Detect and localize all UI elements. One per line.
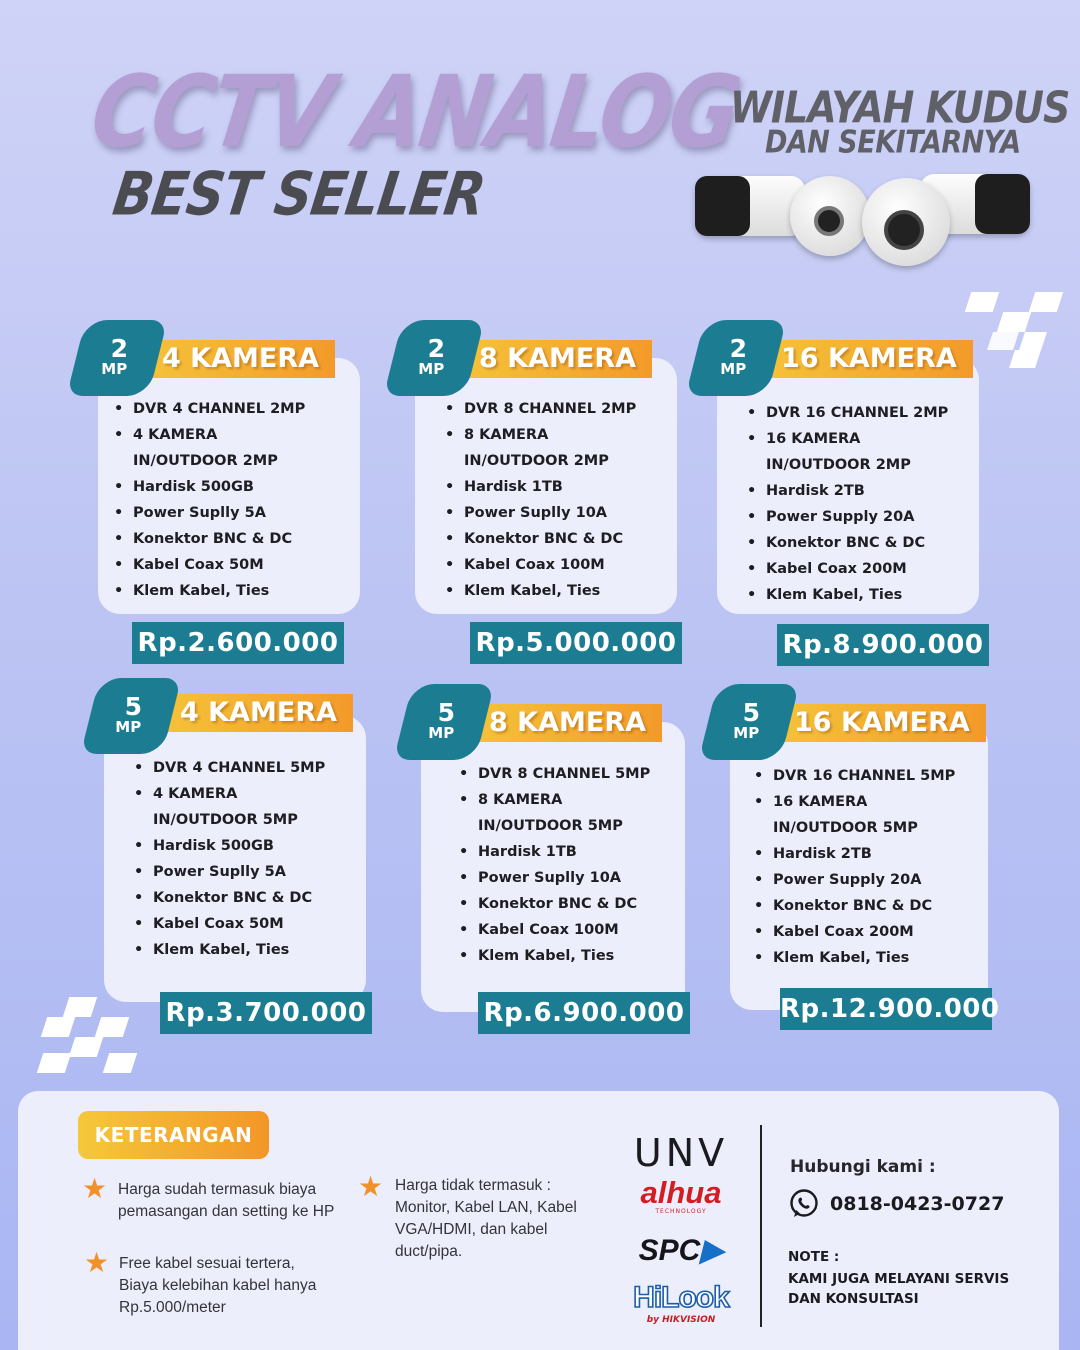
list-item: Klem Kabel, Ties [114, 578, 364, 604]
list-item: Power Suplly 5A [134, 859, 384, 885]
note-title: NOTE : [788, 1249, 840, 1265]
package-title: 4 KAMERA [138, 340, 336, 378]
package-title: 16 KAMERA [757, 340, 973, 378]
list-item: DVR 4 CHANNEL 2MP [114, 396, 364, 422]
package-title: 8 KAMERA [465, 704, 663, 742]
list-item: DVR 16 CHANNEL 2MP [747, 400, 997, 426]
list-item: Hardisk 500GB [114, 474, 364, 500]
package-price: Rp.3.700.000 [160, 992, 372, 1034]
list-item: Kabel Coax 200M [754, 919, 1004, 945]
hilook-logo-sub: by HIKVISION [646, 1315, 716, 1325]
list-item: DVR 4 CHANNEL 5MP [134, 755, 384, 781]
list-item: 8 KAMERA [445, 422, 695, 448]
list-item: Kabel Coax 100M [445, 552, 695, 578]
list-item: Kabel Coax 50M [134, 911, 384, 937]
checker-decoration-bottom [36, 995, 146, 1075]
unv-logo: UNV [633, 1131, 729, 1175]
list-item: Klem Kabel, Ties [754, 945, 1004, 971]
list-item: DVR 8 CHANNEL 2MP [445, 396, 695, 422]
list-item: Power Supply 20A [754, 867, 1004, 893]
star-icon: ★ [82, 1172, 108, 1205]
list-item: 4 KAMERA [114, 422, 364, 448]
list-item: DVR 16 CHANNEL 5MP [754, 763, 1004, 789]
package-price: Rp.12.900.000 [780, 988, 999, 1030]
package-price: Rp.6.900.000 [478, 992, 690, 1034]
package-5mp-16-kamera: 16 KAMERA 5MP DVR 16 CHANNEL 5MP 16 KAME… [698, 684, 1008, 1030]
package-items: DVR 8 CHANNEL 5MP 8 KAMERA IN/OUTDOOR 5M… [459, 761, 709, 969]
list-item: 16 KAMERA [747, 426, 997, 452]
contact-title: Hubungi kami : [790, 1157, 936, 1177]
list-item: Kabel Coax 200M [747, 556, 997, 582]
list-item: Kabel Coax 100M [459, 917, 709, 943]
list-item: Power Suplly 10A [459, 865, 709, 891]
phone-number[interactable]: 0818-0423-0727 [830, 1193, 1004, 1215]
list-item: Konektor BNC & DC [754, 893, 1004, 919]
list-item: Hardisk 1TB [459, 839, 709, 865]
list-item: Hardisk 500GB [134, 833, 384, 859]
list-item: Power Supply 20A [747, 504, 997, 530]
package-title: 8 KAMERA [455, 340, 653, 378]
note-excluded: Harga tidak termasuk : Monitor, Kabel LA… [395, 1177, 577, 1260]
list-item: Konektor BNC & DC [459, 891, 709, 917]
page-subtitle: BEST SELLER [108, 160, 489, 230]
list-item: Power Suplly 5A [114, 500, 364, 526]
list-item: 16 KAMERA [754, 789, 1004, 815]
package-5mp-4-kamera: 4 KAMERA 5MP DVR 4 CHANNEL 5MP 4 KAMERA … [80, 678, 390, 1034]
package-items: DVR 8 CHANNEL 2MP 8 KAMERA IN/OUTDOOR 2M… [445, 396, 695, 604]
package-items: DVR 16 CHANNEL 5MP 16 KAMERA IN/OUTDOOR … [754, 763, 1004, 971]
note-free-cable: Free kabel sesuai tertera, Biaya kelebih… [119, 1255, 317, 1316]
page-title: CCTV ANALOG [84, 53, 746, 170]
package-price: Rp.5.000.000 [470, 622, 682, 664]
list-item: Konektor BNC & DC [747, 530, 997, 556]
package-2mp-8-kamera: 8 KAMERA 2MP DVR 8 CHANNEL 2MP 8 KAMERA … [383, 320, 695, 664]
list-item: Hardisk 1TB [445, 474, 695, 500]
list-item: IN/OUTDOOR 2MP [133, 453, 278, 469]
package-items: DVR 4 CHANNEL 5MP 4 KAMERA IN/OUTDOOR 5M… [134, 755, 384, 963]
list-item: Klem Kabel, Ties [747, 582, 997, 608]
star-icon: ★ [358, 1170, 384, 1203]
dahua-logo-sub: TECHNOLOGY [655, 1208, 707, 1215]
whatsapp-icon[interactable] [788, 1188, 820, 1220]
list-item: Hardisk 2TB [754, 841, 1004, 867]
note-included: Harga sudah termasuk biaya pemasangan da… [118, 1181, 335, 1220]
package-2mp-4-kamera: 4 KAMERA 2MP DVR 4 CHANNEL 2MP 4 KAMERA … [66, 320, 376, 664]
list-item: DVR 8 CHANNEL 5MP [459, 761, 709, 787]
list-item: IN/OUTDOOR 5MP [773, 820, 918, 836]
package-title: 4 KAMERA [156, 694, 354, 732]
list-item: Klem Kabel, Ties [459, 943, 709, 969]
list-item: Klem Kabel, Ties [134, 937, 384, 963]
cctv-camera-icon [690, 168, 1035, 268]
list-item: Power Suplly 10A [445, 500, 695, 526]
list-item: IN/OUTDOOR 5MP [153, 812, 298, 828]
package-price: Rp.8.900.000 [777, 624, 989, 666]
package-items: DVR 4 CHANNEL 2MP 4 KAMERA IN/OUTDOOR 2M… [114, 396, 364, 604]
list-item: 4 KAMERA [134, 781, 384, 807]
package-price: Rp.2.600.000 [132, 622, 344, 664]
hilook-logo: HiLook [632, 1280, 730, 1315]
package-5mp-8-kamera: 8 KAMERA 5MP DVR 8 CHANNEL 5MP 8 KAMERA … [393, 684, 703, 1034]
list-item: Konektor BNC & DC [445, 526, 695, 552]
note-body: KAMI JUGA MELAYANI SERVIS DAN KONSULTASI [788, 1271, 1010, 1307]
list-item: Konektor BNC & DC [114, 526, 364, 552]
star-icon: ★ [84, 1246, 110, 1279]
list-item: 8 KAMERA [459, 787, 709, 813]
package-title: 16 KAMERA [770, 704, 986, 742]
list-item: Kabel Coax 50M [114, 552, 364, 578]
list-item: Konektor BNC & DC [134, 885, 384, 911]
package-items: DVR 16 CHANNEL 2MP 16 KAMERA IN/OUTDOOR … [747, 400, 997, 608]
list-item: IN/OUTDOOR 2MP [766, 457, 911, 473]
list-item: IN/OUTDOOR 5MP [478, 818, 623, 834]
list-item: IN/OUTDOOR 2MP [464, 453, 609, 469]
package-2mp-16-kamera: 16 KAMERA 2MP DVR 16 CHANNEL 2MP 16 KAME… [685, 320, 997, 666]
dahua-logo: alhua [640, 1175, 722, 1210]
spc-logo: SPC▶ [638, 1234, 724, 1267]
info-footer: KETERANGAN ★ Harga sudah termasuk biaya … [18, 1091, 1059, 1350]
list-item: Hardisk 2TB [747, 478, 997, 504]
region-subtitle: DAN SEKITARNYA [765, 125, 1021, 161]
list-item: Klem Kabel, Ties [445, 578, 695, 604]
divider [760, 1125, 762, 1327]
keterangan-label: KETERANGAN [78, 1111, 269, 1159]
